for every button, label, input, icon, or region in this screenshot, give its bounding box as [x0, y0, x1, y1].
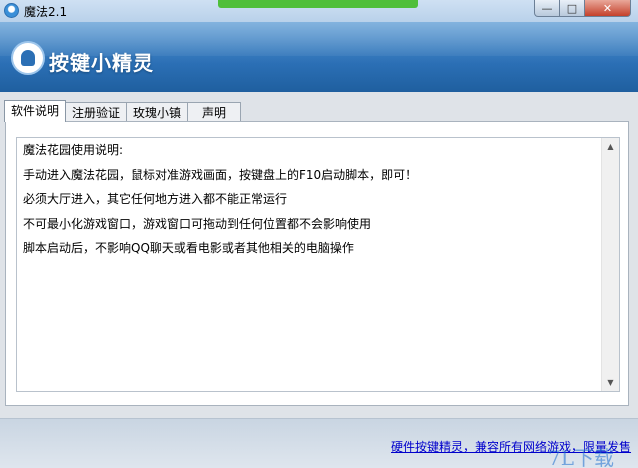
instruction-line: 魔法花园使用说明:: [23, 143, 124, 157]
sprite-logo-icon: [13, 43, 43, 73]
tab-software-info[interactable]: 软件说明: [4, 100, 67, 122]
tab-label: 声明: [202, 106, 227, 120]
scroll-down-arrow-icon[interactable]: ▼: [602, 374, 619, 391]
instructions-text: 魔法花园使用说明: 手动进入魔法花园，鼠标对准游戏画面，按键盘上的F10启动脚本…: [23, 141, 599, 264]
vertical-scrollbar[interactable]: ▲ ▼: [601, 138, 619, 391]
app-icon: [4, 3, 19, 18]
instruction-line: 必须大厅进入，其它任何地方进入都不能正常运行: [23, 192, 288, 206]
site-watermark: 7L下载: [548, 446, 615, 468]
maximize-button[interactable]: □: [560, 0, 585, 17]
instructions-textarea[interactable]: 魔法花园使用说明: 手动进入魔法花园，鼠标对准游戏画面，按键盘上的F10启动脚本…: [16, 137, 620, 392]
tab-rose-town[interactable]: 玫瑰小镇: [126, 102, 189, 122]
close-button[interactable]: ✕: [585, 0, 631, 17]
footer-bar: 硬件按键精灵，兼容所有网络游戏，限量发售 7L下载: [0, 418, 638, 468]
instruction-line: 脚本启动后，不影响QQ聊天或看电影或者其他相关的电脑操作: [23, 241, 354, 255]
instruction-line: 不可最小化游戏窗口，游戏窗口可拖动到任何位置都不会影响使用: [23, 216, 372, 231]
title-bar[interactable]: 魔法2.1 — □ ✕: [0, 0, 638, 22]
tab-statement[interactable]: 声明: [187, 102, 242, 122]
brand-title: 按键小精灵: [49, 51, 154, 75]
tab-bar: 软件说明 注册验证 玫瑰小镇 声明: [4, 100, 242, 122]
window-title: 魔法2.1: [24, 5, 68, 19]
tab-registration[interactable]: 注册验证: [65, 102, 128, 122]
instruction-line: 手动进入魔法花园，鼠标对准游戏画面，按键盘上的F10启动脚本，即可！: [23, 167, 418, 182]
tab-panel: 魔法花园使用说明: 手动进入魔法花园，鼠标对准游戏画面，按键盘上的F10启动脚本…: [5, 121, 629, 406]
tab-label: 注册验证: [72, 106, 121, 120]
brand-banner: 按键小精灵: [0, 22, 638, 92]
minimize-button[interactable]: —: [534, 0, 560, 17]
tab-label: 软件说明: [11, 104, 60, 118]
tab-label: 玫瑰小镇: [133, 106, 182, 120]
app-window: 魔法2.1 — □ ✕ 按键小精灵 软件说明 注册验证 玫瑰小镇 声明 魔法花园…: [0, 0, 638, 468]
title-accent-strip: [218, 0, 418, 8]
scroll-up-arrow-icon[interactable]: ▲: [602, 138, 619, 155]
